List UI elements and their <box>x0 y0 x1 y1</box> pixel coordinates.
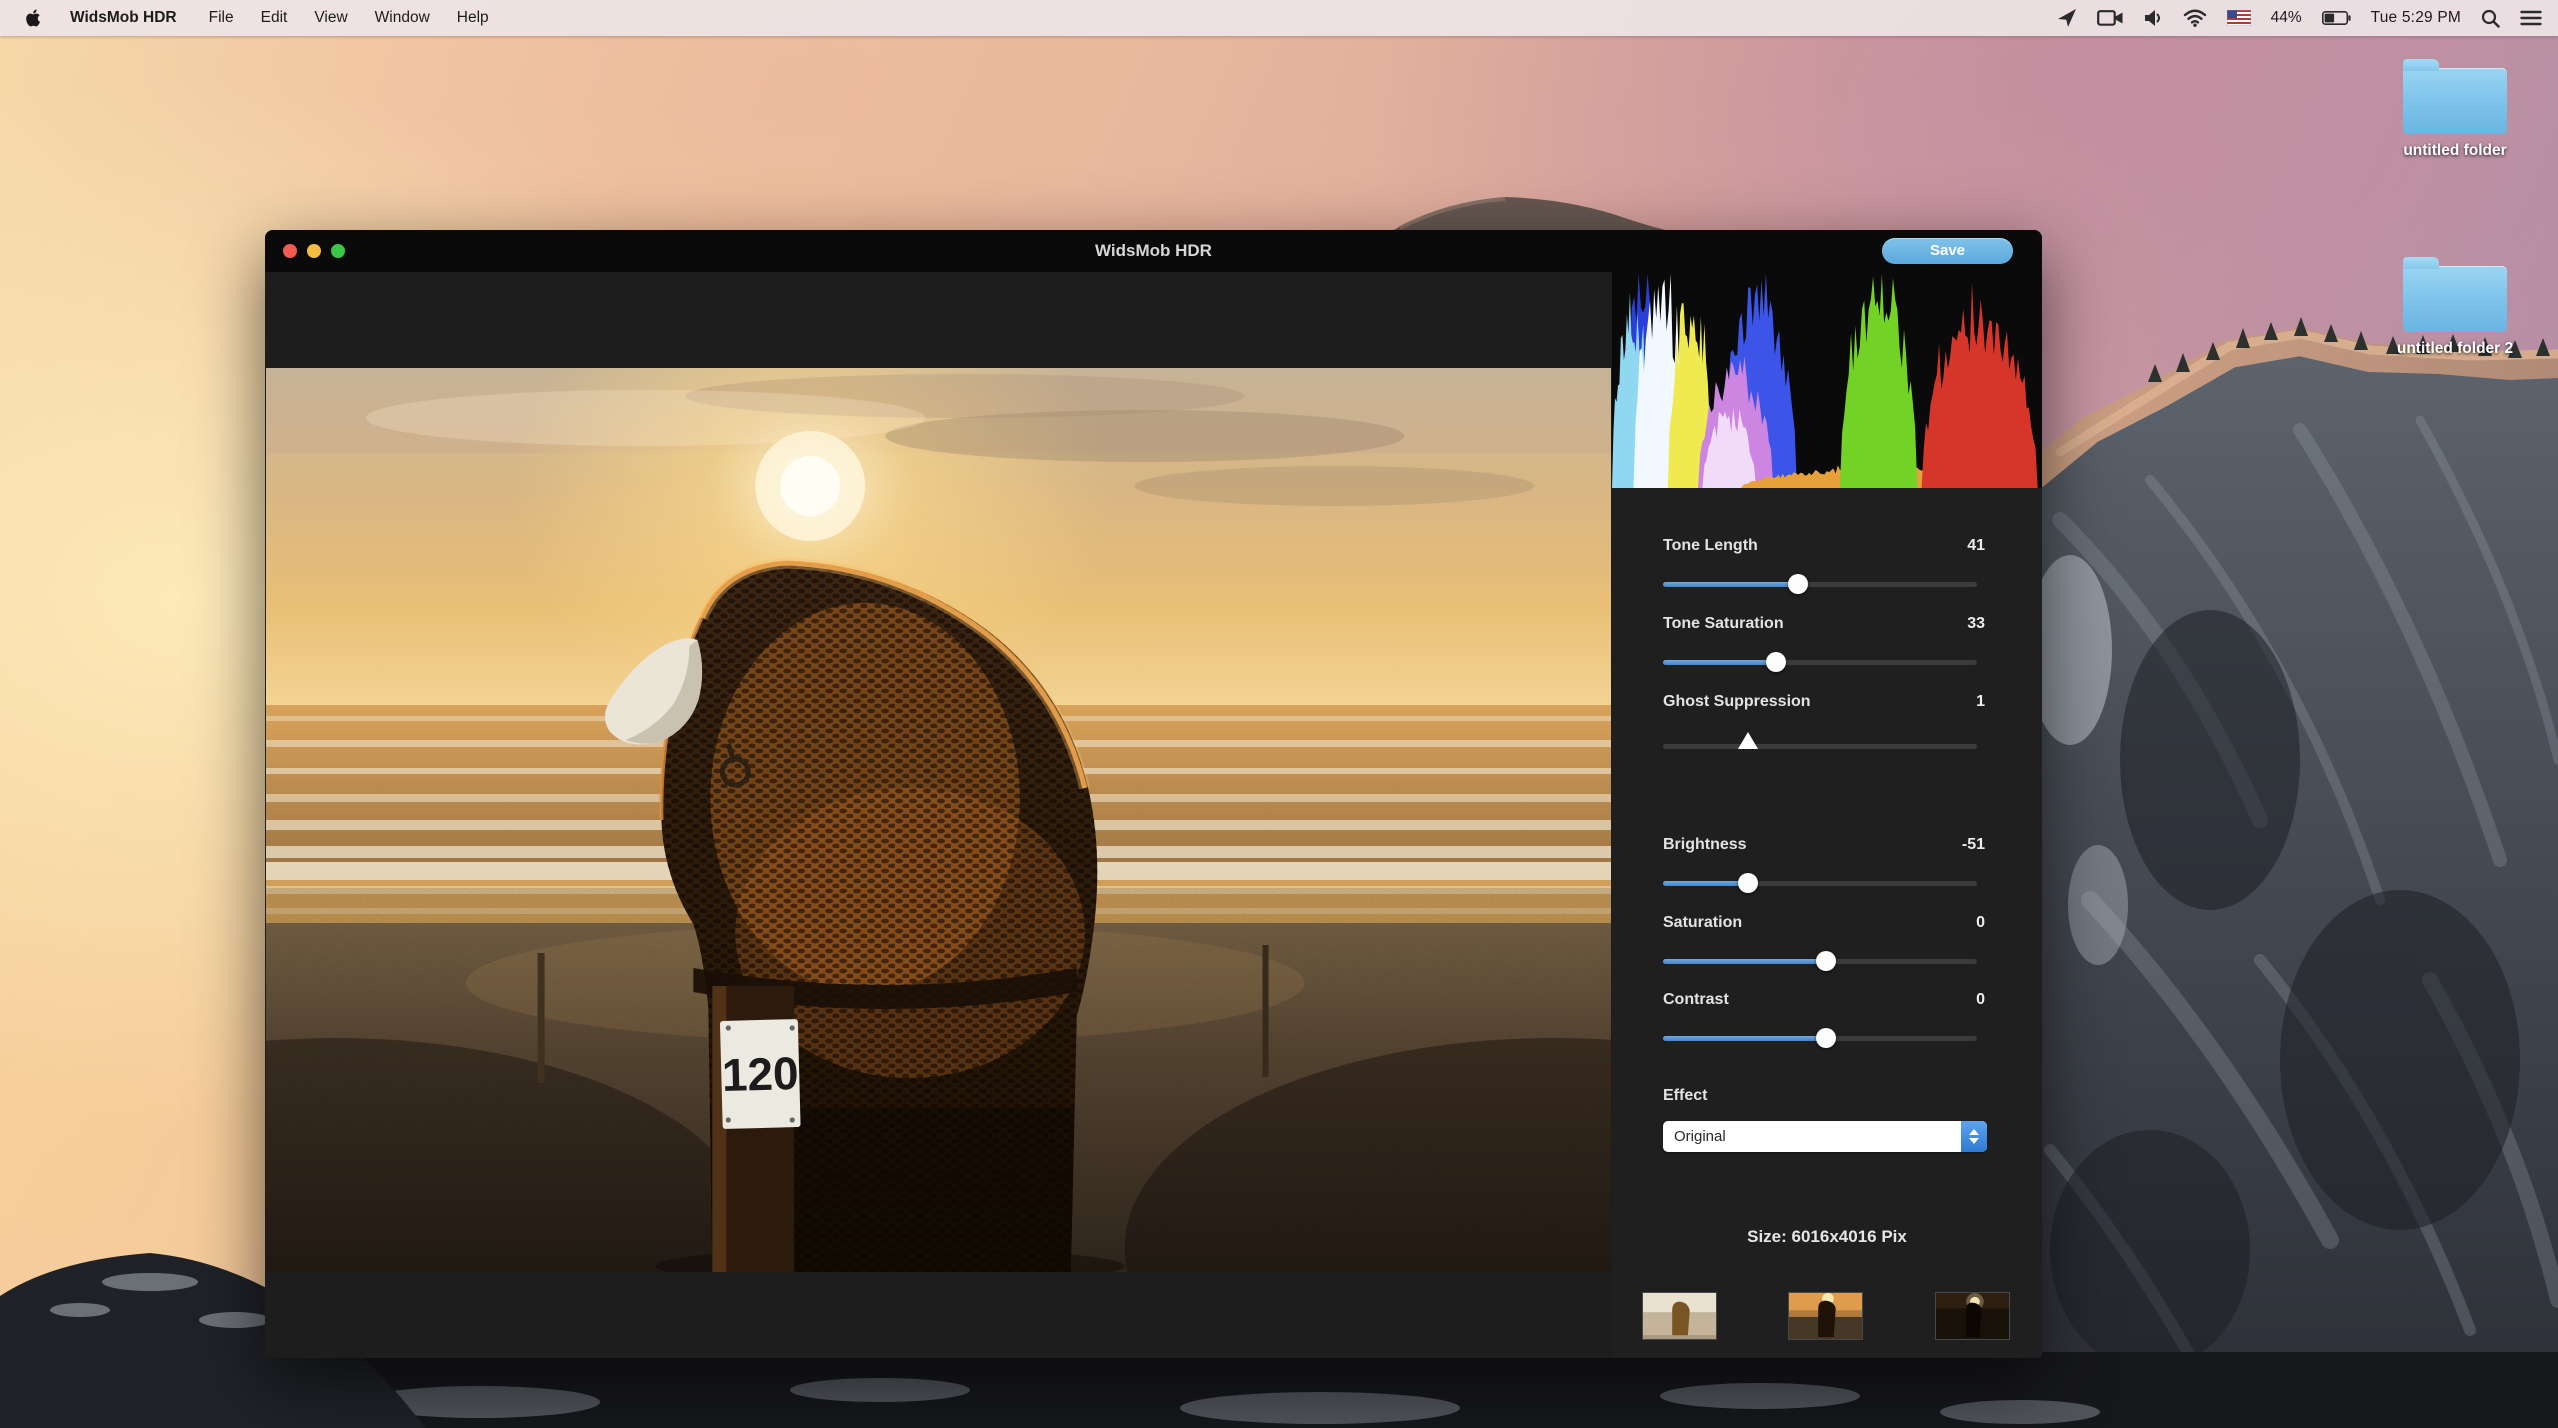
notification-center-icon[interactable] <box>2520 10 2542 26</box>
slider-label: Brightness <box>1663 836 1747 854</box>
svg-text:120: 120 <box>721 1047 799 1101</box>
image-size-label: Size: 6016x4016 Pix <box>1612 1227 2042 1247</box>
location-arrow-icon[interactable] <box>2057 8 2077 28</box>
menu-help[interactable]: Help <box>457 9 489 27</box>
thumbnail-exposure-bright[interactable] <box>1642 1292 1717 1340</box>
slider-thumb[interactable] <box>1816 1028 1836 1048</box>
slider-tone-length: Tone Length 41 <box>1612 537 2042 607</box>
thumbnail-exposure-dark[interactable] <box>1935 1292 2010 1340</box>
desktop-folder-1[interactable]: untitled folder <box>2355 58 2555 160</box>
slider-thumb[interactable] <box>1738 732 1758 749</box>
menu-file[interactable]: File <box>209 9 234 27</box>
slider-thumb[interactable] <box>1816 951 1836 971</box>
slider-contrast: Contrast 0 <box>1612 991 2042 1061</box>
slider-thumb[interactable] <box>1766 652 1786 672</box>
photo-canvas-area: 120 <box>265 272 1612 1358</box>
slider-label: Tone Length <box>1663 537 1758 555</box>
effect-dropdown[interactable]: Original <box>1663 1121 1987 1152</box>
slider-tone-saturation: Tone Saturation 33 <box>1612 615 2042 685</box>
slider-thumb[interactable] <box>1738 873 1758 893</box>
slider-saturation: Saturation 0 <box>1612 914 2042 984</box>
menu-view[interactable]: View <box>314 9 347 27</box>
dropdown-stepper-icon[interactable] <box>1961 1121 1987 1152</box>
adjustment-panel: Tone Length 41 Tone Saturation 33 Ghost … <box>1612 272 2042 1358</box>
slider-value: -51 <box>1962 836 1985 854</box>
volume-icon[interactable] <box>2144 9 2163 27</box>
wifi-icon[interactable] <box>2183 9 2207 27</box>
slider-track[interactable] <box>1663 660 1977 665</box>
menu-bar-left: WidsMob HDR File Edit View Window Help <box>0 9 516 28</box>
slider-value: 1 <box>1976 693 1985 711</box>
widsmob-hdr-window: WidsMob HDR Save <box>265 230 2042 1358</box>
folder-icon[interactable] <box>2403 266 2507 332</box>
menu-bar: WidsMob HDR File Edit View Window Help <box>0 0 2558 36</box>
slider-track[interactable] <box>1663 881 1977 886</box>
slider-track[interactable] <box>1663 582 1977 587</box>
thumbnail-exposure-medium[interactable] <box>1788 1292 1863 1340</box>
menu-edit[interactable]: Edit <box>261 9 288 27</box>
window-title: WidsMob HDR <box>265 230 2042 272</box>
effect-label: Effect <box>1663 1087 1707 1105</box>
slider-label: Ghost Suppression <box>1663 693 1811 711</box>
window-titlebar[interactable]: WidsMob HDR Save <box>265 230 2042 272</box>
slider-value: 0 <box>1976 914 1985 932</box>
desktop-screen: WidsMob HDR File Edit View Window Help <box>0 0 2558 1428</box>
slider-track[interactable] <box>1663 959 1977 964</box>
spotlight-search-icon[interactable] <box>2481 9 2500 28</box>
active-app-menu[interactable]: WidsMob HDR <box>70 9 177 27</box>
folder-icon[interactable] <box>2403 68 2507 134</box>
slider-value: 41 <box>1967 537 1985 555</box>
menu-window[interactable]: Window <box>375 9 430 27</box>
slider-ghost-suppression: Ghost Suppression 1 <box>1612 693 2042 763</box>
effect-selected-value: Original <box>1674 1121 1726 1152</box>
slider-value: 0 <box>1976 991 1985 1009</box>
battery-icon <box>2322 11 2351 25</box>
folder-label[interactable]: untitled folder 2 <box>2355 340 2555 358</box>
video-camera-icon[interactable] <box>2097 9 2124 27</box>
input-language-flag-icon[interactable] <box>2227 10 2251 26</box>
slider-label: Saturation <box>1663 914 1742 932</box>
photo-preview: 120 <box>266 368 1611 1272</box>
slider-value: 33 <box>1967 615 1985 633</box>
slider-track[interactable] <box>1663 1036 1977 1041</box>
folder-label[interactable]: untitled folder <box>2355 142 2555 160</box>
histogram <box>1612 272 2042 488</box>
slider-brightness: Brightness -51 <box>1612 836 2042 906</box>
chair-number-sign: 120 <box>720 1019 801 1129</box>
slider-label: Tone Saturation <box>1663 615 1784 633</box>
menu-bar-clock[interactable]: Tue 5:29 PM <box>2371 9 2461 27</box>
desktop-folder-2[interactable]: untitled folder 2 <box>2355 256 2555 358</box>
slider-thumb[interactable] <box>1788 574 1808 594</box>
save-button[interactable]: Save <box>1882 238 2013 264</box>
slider-track[interactable] <box>1663 744 1977 749</box>
battery-percent: 44% <box>2271 9 2302 27</box>
slider-label: Contrast <box>1663 991 1729 1009</box>
apple-menu-icon[interactable] <box>26 9 44 28</box>
menu-bar-status: 44% Tue 5:29 PM <box>2057 8 2558 28</box>
